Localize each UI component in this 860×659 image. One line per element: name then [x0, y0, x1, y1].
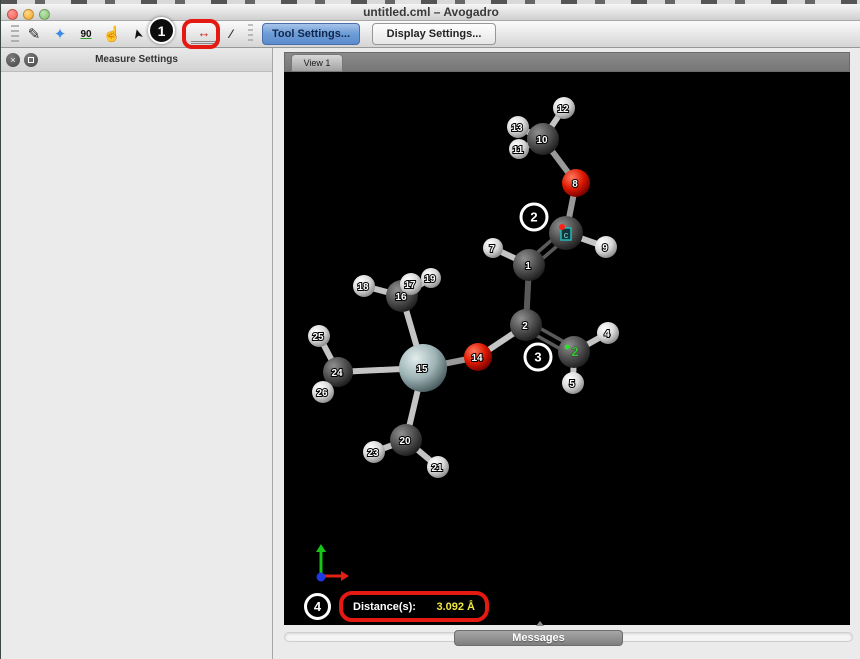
- selected-atom-1-dot: [559, 224, 565, 230]
- atom-label: 23: [367, 448, 379, 459]
- annotation-highlight-distance: Distance(s): 3.092 Å: [339, 591, 489, 622]
- selected-atom-2-label: 2: [571, 344, 578, 359]
- bottom-bar: Messages: [274, 625, 860, 659]
- atom-label: 12: [557, 104, 569, 115]
- main-area: View 1 121310118971245141516171819252426…: [274, 48, 860, 659]
- messages-caret-icon: [536, 621, 544, 626]
- atom-label: 26: [316, 388, 328, 399]
- annotation-step-1-badge: 1: [148, 17, 175, 44]
- molecule-viewport[interactable]: 121310118971245141516171819252426202321c…: [284, 72, 850, 625]
- atom-label: 10: [536, 135, 548, 146]
- atom-label: 5: [569, 379, 575, 390]
- panel-float-icon[interactable]: [24, 53, 38, 67]
- avogadro-window: untitled.cml – Avogadro ✎✦90☝➤↻↔⁄⁄ 1 Too…: [0, 0, 860, 659]
- selected-atom-2-dot: [565, 345, 570, 350]
- align-tool-icon[interactable]: ⁄⁄: [217, 21, 243, 47]
- zoom-window-button[interactable]: [39, 9, 50, 20]
- atom-label: 25: [312, 332, 324, 343]
- close-window-button[interactable]: [7, 9, 18, 20]
- view-tab-bar: View 1: [284, 52, 850, 72]
- atom-label: 2: [522, 321, 528, 332]
- title-bar[interactable]: untitled.cml – Avogadro: [1, 4, 860, 21]
- atom-label: 13: [511, 123, 523, 134]
- atom-label: 17: [404, 280, 416, 291]
- navigate-tool-icon[interactable]: ✦: [47, 21, 73, 47]
- tool-toolbar: ✎✦90☝➤↻↔⁄⁄ 1 Tool Settings... Display Se…: [1, 21, 860, 48]
- draw-tool-icon[interactable]: ✎: [21, 21, 47, 47]
- molecule-scene: 121310118971245141516171819252426202321c…: [284, 72, 850, 625]
- annotation-step-3-number: 3: [534, 350, 541, 365]
- window-title: untitled.cml – Avogadro: [363, 5, 499, 19]
- atom-label: 11: [513, 145, 524, 156]
- atom-label: 7: [489, 244, 495, 255]
- atom-label: 15: [416, 364, 428, 375]
- annotation-step-4-badge: 4: [304, 593, 331, 620]
- toolbar-separator: [248, 24, 253, 44]
- atom-label: 20: [399, 436, 411, 447]
- atom-label: 16: [395, 292, 407, 303]
- messages-button[interactable]: Messages: [454, 630, 623, 646]
- atom-label: 24: [331, 368, 343, 379]
- tab-view-1[interactable]: View 1: [291, 54, 343, 72]
- panel-title: Measure Settings: [95, 54, 178, 65]
- atom-label: 18: [357, 282, 369, 293]
- toolbar-grip-icon: [11, 25, 19, 43]
- atom-label: 21: [431, 463, 443, 474]
- tool-settings-button[interactable]: Tool Settings...: [262, 23, 360, 45]
- panel-header: × Measure Settings: [1, 48, 272, 72]
- atom-label: 14: [471, 353, 483, 364]
- annotation-highlight-measure-tool: [182, 19, 220, 49]
- axis-y-arrowhead: [316, 544, 326, 552]
- distance-label: Distance(s):: [353, 601, 416, 613]
- atom-label: 8: [572, 179, 578, 190]
- atom-label: 4: [604, 329, 610, 340]
- atom-label: 1: [525, 261, 531, 272]
- atom-label: 9: [602, 243, 608, 254]
- selected-atom-1-glyph: c: [564, 230, 569, 240]
- annotation-step-2-number: 2: [530, 210, 537, 225]
- distance-value: 3.092 Å: [436, 601, 475, 613]
- manipulate-tool-icon[interactable]: ☝: [99, 21, 125, 47]
- bond-centric-tool-icon[interactable]: 90: [73, 21, 99, 47]
- measure-settings-panel: × Measure Settings: [1, 48, 273, 659]
- minimize-window-button[interactable]: [23, 9, 34, 20]
- atom-label: 19: [424, 274, 436, 285]
- display-settings-button[interactable]: Display Settings...: [372, 23, 496, 45]
- panel-close-icon[interactable]: ×: [6, 53, 20, 67]
- axis-z-dot: [317, 573, 326, 582]
- axis-x-arrowhead: [341, 571, 349, 581]
